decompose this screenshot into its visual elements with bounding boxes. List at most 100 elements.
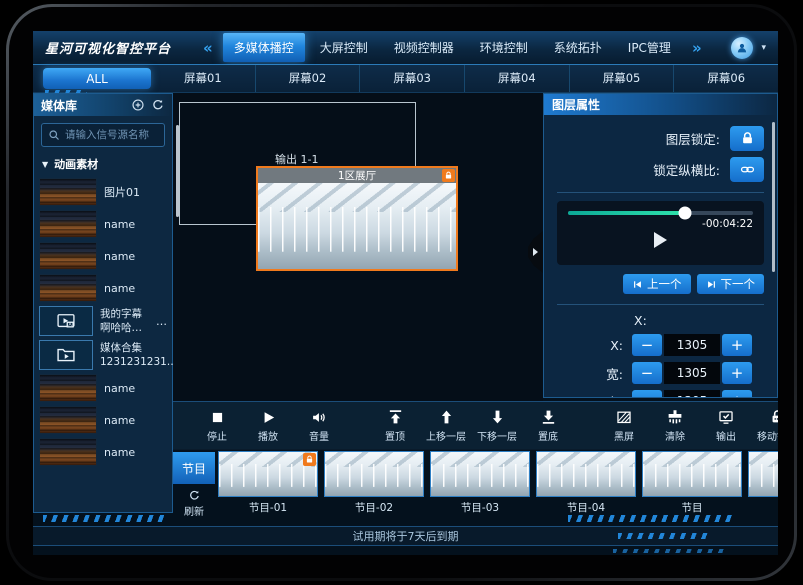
chevron-right-icon [533,248,538,256]
x-increase-button[interactable]: + [722,334,752,356]
tab-environment-control[interactable]: 环境控制 [469,33,539,62]
layer-lock-button[interactable] [730,126,764,151]
previous-button[interactable]: 上一个 [623,274,691,294]
coordinate-section-label: X: [544,313,777,328]
hazard-stripe-decor [568,515,733,522]
search-input[interactable] [65,129,158,141]
program-thumb[interactable]: 节目-04 [536,451,636,518]
width-label: 宽: [606,364,623,383]
next-button[interactable]: 下一个 [697,274,765,294]
width-increase-button[interactable]: + [722,362,752,384]
clear-button[interactable]: 清除 [653,408,697,443]
tablet-bezel: 星河可视化智控平台 « 多媒体播控 大屏控制 视频控制器 环境控制 系统拓扑 I… [9,7,794,578]
bring-to-front-button[interactable]: 置顶 [373,408,417,443]
media-item-collection[interactable]: 媒体合集 1231231231… [34,338,172,372]
width-stepper-row: 宽: − 1305 + [544,362,777,384]
tab-all-screens[interactable]: ALL [43,68,151,89]
program-thumb[interactable]: 节目-02 [324,451,424,518]
program-thumb[interactable]: 节目-03 [430,451,530,518]
tab-screen-04[interactable]: 屏幕04 [464,65,569,92]
program-thumb-partial[interactable] [748,451,778,518]
media-item[interactable]: name [34,372,172,404]
media-item-label: name [104,446,135,459]
tab-system-topology[interactable]: 系统拓扑 [543,33,613,62]
media-item[interactable]: name [34,436,172,468]
playback-toolbar: 停止 播放 音量 置顶 上移一层 下移一层 [173,401,778,450]
video-layer-header[interactable]: 1区展厅 [258,168,456,183]
status-bar: 试用期将于7天后到期 [33,526,778,546]
media-item[interactable]: name [34,404,172,436]
refresh-programs-button[interactable]: 刷新 [184,489,204,518]
bring-to-front-icon [387,408,404,426]
volume-button[interactable]: 音量 [297,408,341,443]
video-layer-title: 1区展厅 [338,168,376,183]
program-thumb[interactable]: 节目 [642,451,742,518]
media-item[interactable]: 图片01 [34,176,172,208]
playback-slider[interactable] [568,211,753,215]
play-button-toolbar[interactable]: 播放 [246,408,290,443]
height-value[interactable]: 1305 [664,390,720,398]
tab-screen-01[interactable]: 屏幕01 [151,65,255,92]
play-button[interactable] [568,232,753,248]
nav-collapse-right-icon[interactable]: » [690,39,704,57]
x-value[interactable]: 1305 [664,334,720,356]
divider [557,304,764,305]
refresh-media-icon[interactable] [151,98,165,112]
tab-programs[interactable]: 节目 [173,452,215,484]
playback-progress [568,211,685,215]
media-thumbnail [39,406,97,434]
stop-button[interactable]: 停止 [195,408,239,443]
program-thumb[interactable]: 节目-01 [218,451,318,518]
media-item-label: 图片01 [104,184,140,200]
refresh-label: 刷新 [184,503,204,518]
panel-scrollbar[interactable] [772,122,775,272]
height-increase-button[interactable]: + [722,390,752,398]
program-preview [536,451,636,497]
tab-ipc-management[interactable]: IPC管理 [617,33,682,62]
tab-screen-05[interactable]: 屏幕05 [569,65,674,92]
playback-slider-thumb[interactable] [678,207,691,220]
media-search-box[interactable] [41,123,165,147]
x-decrease-button[interactable]: − [632,334,662,356]
media-item[interactable]: name [34,272,172,304]
remaining-time: -00:04:22 [568,218,753,230]
tab-screen-02[interactable]: 屏幕02 [255,65,360,92]
media-thumbnail [39,178,97,206]
layer-lock-icon [442,169,455,182]
media-item[interactable]: name [34,240,172,272]
panel-collapse-handle[interactable] [528,231,543,273]
tab-multimedia-playback[interactable]: 多媒体播控 [223,33,305,62]
move-lock-button[interactable]: 移动锁定 [755,408,778,443]
canvas-area[interactable]: 输出 1-1 1区展厅 [173,93,543,401]
media-group-animation[interactable]: ▼ 动画素材 [34,152,172,176]
tab-video-controller[interactable]: 视频控制器 [383,33,465,62]
output-button[interactable]: 输出 [704,408,748,443]
hazard-stripe-decor [613,549,725,553]
move-up-layer-button[interactable]: 上移一层 [424,408,468,443]
add-media-icon[interactable] [131,98,145,112]
more-options-icon[interactable]: … [156,315,167,328]
tab-big-screen-control[interactable]: 大屏控制 [309,33,379,62]
black-screen-button[interactable]: 黑屏 [602,408,646,443]
group-collapse-icon[interactable]: ▼ [42,160,48,169]
width-value[interactable]: 1305 [664,362,720,384]
user-menu-caret-icon[interactable]: ▾ [761,43,766,53]
program-preview [218,451,318,497]
media-thumbnail [39,242,97,270]
move-lock-icon [769,408,779,426]
subtitle-media-icon: A [39,306,93,336]
media-item[interactable]: name [34,208,172,240]
nav-collapse-left-icon[interactable]: « [201,39,215,57]
tab-screen-03[interactable]: 屏幕03 [359,65,464,92]
media-item-subtitle[interactable]: A 我的字幕 啊哈哈… … [34,304,172,338]
width-decrease-button[interactable]: − [632,362,662,384]
volume-icon [310,408,329,426]
programs-tab-column: 节目 刷新 [173,450,215,518]
aspect-ratio-lock-button[interactable] [730,157,764,182]
avatar[interactable] [731,37,753,59]
send-to-back-button[interactable]: 置底 [526,408,570,443]
move-down-layer-button[interactable]: 下移一层 [475,408,519,443]
height-decrease-button[interactable]: − [632,390,662,398]
video-layer[interactable]: 1区展厅 [256,166,458,271]
tab-screen-06[interactable]: 屏幕06 [673,65,778,92]
